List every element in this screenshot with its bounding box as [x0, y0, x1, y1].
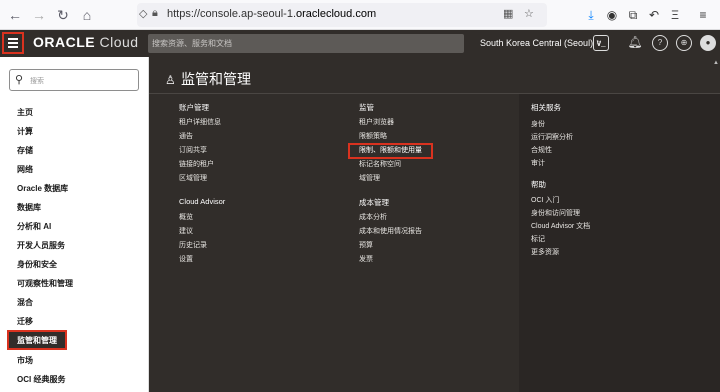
sidebar-item-oci-classic[interactable]: OCI 经典服务	[17, 374, 65, 385]
link-subscription-sharing[interactable]: 订阅共享	[179, 145, 207, 155]
link-cloud-advisor-docs[interactable]: Cloud Advisor 文档	[531, 221, 590, 231]
link-iam-help[interactable]: 身份和访问管理	[531, 208, 580, 218]
link-cost-analysis[interactable]: 成本分析	[359, 212, 387, 222]
sidebar-item-developer-services[interactable]: 开发人员服务	[17, 240, 65, 251]
link-tenancy-details[interactable]: 租户详细信息	[179, 117, 221, 127]
heading-help: 帮助	[531, 180, 546, 189]
link-quota-policies[interactable]: 限额策略	[359, 131, 387, 141]
console-header: ORACLE Cloud 搜索资源、服务和文档 South Korea Cent…	[0, 30, 720, 57]
oracle-cloud-logo[interactable]: ORACLE Cloud	[33, 34, 139, 50]
bell-icon[interactable]: 🔔︎	[627, 35, 643, 51]
header-search-placeholder: 搜索资源、服务和文档	[152, 39, 232, 48]
reload-icon[interactable]: ↻	[54, 6, 72, 24]
lock-icon[interactable]: 🔒︎	[152, 7, 158, 20]
search-icon: ⚲	[15, 74, 24, 86]
sidebar-item-migration[interactable]: 迁移	[17, 316, 33, 327]
star-icon[interactable]: ☆	[524, 7, 534, 20]
cloud-shell-icon[interactable]: >_	[593, 35, 609, 51]
pocket-icon[interactable]: ◉	[603, 6, 621, 24]
back-icon[interactable]: ←	[6, 6, 24, 24]
undo-icon[interactable]: ↶	[645, 6, 663, 24]
home-icon[interactable]: ⌂	[78, 6, 96, 24]
sidebar-item-storage[interactable]: 存储	[17, 145, 33, 156]
link-audit[interactable]: 审计	[531, 158, 545, 168]
highlight-box	[348, 143, 433, 159]
region-selector[interactable]: South Korea Central (Seoul) ∨	[480, 38, 602, 49]
sidebar-item-identity-security[interactable]: 身份和安全	[17, 259, 57, 270]
link-region-management[interactable]: 区域管理	[179, 173, 207, 183]
shield-icon[interactable]: ◇	[139, 7, 147, 20]
download-icon[interactable]: ⤓	[582, 6, 600, 24]
link-linked-tenancies[interactable]: 链接的租户	[179, 159, 214, 169]
link-oci-getting-started[interactable]: OCI 入门	[531, 195, 559, 205]
sidebar-item-networking[interactable]: 网络	[17, 164, 33, 175]
link-more-resources[interactable]: 更多资源	[531, 247, 559, 257]
sidebar-item-databases[interactable]: 数据库	[17, 202, 41, 213]
page-title: ♙ 监管和管理	[165, 71, 251, 87]
link-domain-management[interactable]: 域管理	[359, 173, 380, 183]
sidebar-item-hybrid[interactable]: 混合	[17, 297, 33, 308]
sidebar-search-placeholder: 搜索	[30, 78, 44, 85]
menu-icon[interactable]: ≡	[694, 6, 712, 24]
sidebar-search-input[interactable]: ⚲ 搜索	[9, 69, 139, 91]
governance-icon: ♙	[165, 73, 176, 87]
globe-icon[interactable]: ⊕	[676, 35, 692, 51]
heading-cost-management: 成本管理	[359, 198, 389, 207]
sidebar-item-marketplace[interactable]: 市场	[17, 355, 33, 366]
link-tag-namespaces[interactable]: 标记名称空间	[359, 159, 401, 169]
translate-icon[interactable]: ▦	[503, 7, 513, 20]
extension-icon[interactable]: ⧉	[624, 6, 642, 24]
profile-icon[interactable]: ●	[700, 35, 716, 51]
link-identity[interactable]: 身份	[531, 119, 545, 129]
url-bar[interactable]: ◇ 🔒︎ https://console.ap-seoul-1.oraclecl…	[137, 3, 547, 27]
browser-toolbar: ← → ↻ ⌂ ◇ 🔒︎ https://console.ap-seoul-1.…	[0, 0, 720, 30]
sidebar-item-observability[interactable]: 可观察性和管理	[17, 278, 73, 289]
navigation-menu-button[interactable]	[2, 32, 24, 54]
main-panel: ♙ 监管和管理 账户管理 租户详细信息 通告 订阅共享 链接的租户 区域管理 Cl…	[149, 57, 720, 392]
heading-governance: 监管	[359, 103, 374, 112]
sidebar-item-compute[interactable]: 计算	[17, 126, 33, 137]
link-compliance[interactable]: 合规性	[531, 145, 552, 155]
sidebar: ⚲ 搜索 主页 计算 存储 网络 Oracle 数据库 数据库 分析和 AI 开…	[0, 57, 149, 392]
url-text: https://console.ap-seoul-1.oraclecloud.c…	[167, 8, 377, 20]
reader-icon[interactable]: Ξ	[666, 6, 684, 24]
link-budgets[interactable]: 预算	[359, 240, 373, 250]
link-cost-usage-reports[interactable]: 成本和使用情况报告	[359, 226, 422, 236]
link-invoices[interactable]: 发票	[359, 254, 373, 264]
forward-icon[interactable]: →	[30, 6, 48, 24]
link-advisor-settings[interactable]: 设置	[179, 254, 193, 264]
header-search-input[interactable]: 搜索资源、服务和文档	[148, 34, 464, 53]
scroll-up-icon[interactable]: ▲	[713, 60, 719, 66]
heading-cloud-advisor: Cloud Advisor	[179, 197, 226, 206]
sidebar-item-oracle-database[interactable]: Oracle 数据库	[17, 183, 68, 194]
link-tagging-help[interactable]: 标记	[531, 234, 545, 244]
link-announcements[interactable]: 通告	[179, 131, 193, 141]
link-advisor-history[interactable]: 历史记录	[179, 240, 207, 250]
sidebar-item-analytics-ai[interactable]: 分析和 AI	[17, 221, 51, 232]
link-tenancy-explorer[interactable]: 租户浏览器	[359, 117, 394, 127]
link-advisor-overview[interactable]: 概览	[179, 212, 193, 222]
sidebar-item-home[interactable]: 主页	[17, 107, 33, 118]
link-advisor-recommendations[interactable]: 建议	[179, 226, 193, 236]
heading-related-services: 相关服务	[531, 103, 561, 112]
sidebar-item-governance[interactable]: 监管和管理	[7, 330, 67, 350]
heading-tenancy: 账户管理	[179, 103, 209, 112]
link-operations-insights[interactable]: 运行洞察分析	[531, 132, 573, 142]
help-icon[interactable]: ?	[652, 35, 668, 51]
